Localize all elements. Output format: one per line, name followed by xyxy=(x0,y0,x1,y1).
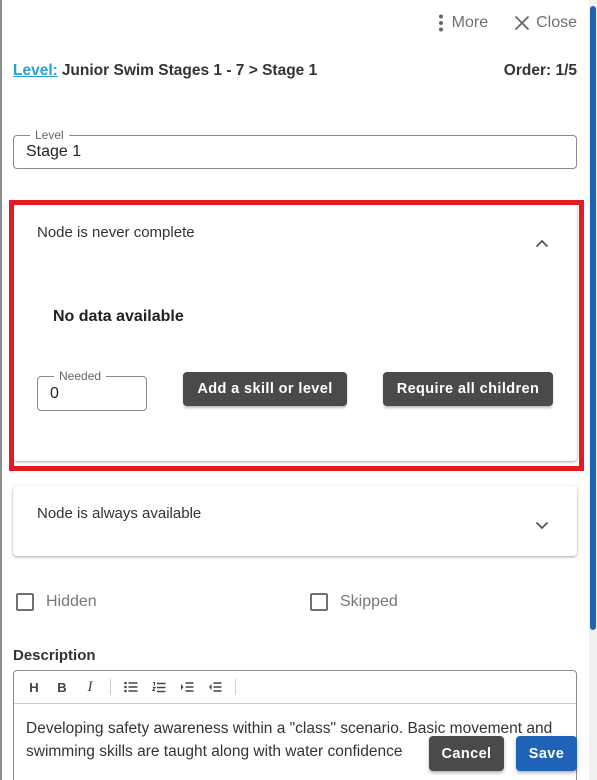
close-button[interactable]: Close xyxy=(514,14,577,32)
availability-panel[interactable]: Node is always available xyxy=(13,486,577,556)
close-icon xyxy=(514,15,530,31)
hidden-checkbox-row[interactable]: Hidden xyxy=(16,593,97,611)
bold-button[interactable]: B xyxy=(50,675,74,699)
order-indicator: Order: 1/5 xyxy=(503,62,577,79)
breadcrumb: Level: Junior Swim Stages 1 - 7 > Stage 1… xyxy=(13,62,577,80)
level-field-value[interactable]: Stage 1 xyxy=(26,143,81,161)
more-vert-icon xyxy=(436,14,446,32)
save-button[interactable]: Save xyxy=(516,736,577,771)
more-button[interactable]: More xyxy=(436,14,488,32)
level-path-text: Junior Swim Stages 1 - 7 > Stage 1 xyxy=(61,62,318,79)
chevron-down-icon[interactable] xyxy=(535,517,549,535)
scrollbar[interactable] xyxy=(589,0,597,780)
close-label: Close xyxy=(536,14,577,31)
skipped-label: Skipped xyxy=(340,593,398,610)
level-link[interactable]: Level: xyxy=(13,62,58,79)
more-label: More xyxy=(451,14,489,31)
indent-icon[interactable] xyxy=(175,675,199,699)
highlight-box xyxy=(9,200,584,471)
skipped-checkbox[interactable] xyxy=(310,593,328,611)
heading-button[interactable]: H xyxy=(22,675,46,699)
outdent-icon[interactable] xyxy=(203,675,227,699)
toolbar-divider xyxy=(110,679,111,695)
level-field-label: Level xyxy=(30,128,69,142)
bullet-list-icon[interactable] xyxy=(119,675,143,699)
hidden-checkbox[interactable] xyxy=(16,593,34,611)
editor-toolbar: H B I xyxy=(14,671,576,704)
dialog-header-actions: More Close xyxy=(436,14,577,32)
level-field[interactable]: Level Stage 1 xyxy=(13,128,577,169)
scrollbar-thumb[interactable] xyxy=(590,6,596,630)
cancel-button[interactable]: Cancel xyxy=(429,736,504,771)
italic-button[interactable]: I xyxy=(78,675,102,699)
description-label: Description xyxy=(13,647,96,664)
level-path: Level: Junior Swim Stages 1 - 7 > Stage 1 xyxy=(13,62,317,80)
toolbar-divider xyxy=(235,679,236,695)
numbered-list-icon[interactable] xyxy=(147,675,171,699)
hidden-label: Hidden xyxy=(46,593,97,610)
skipped-checkbox-row[interactable]: Skipped xyxy=(310,593,398,611)
availability-panel-title[interactable]: Node is always available xyxy=(37,505,201,522)
dialog-left-edge xyxy=(0,0,2,780)
